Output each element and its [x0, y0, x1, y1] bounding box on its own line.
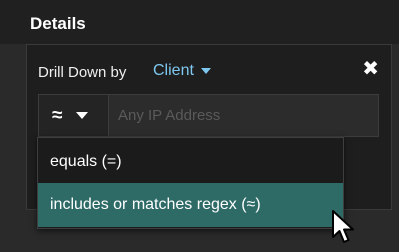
panel-top-bar: Drill Down by Client ✖ — [27, 45, 391, 95]
close-icon[interactable]: ✖ — [362, 59, 379, 79]
option-equals[interactable]: equals (=) — [38, 140, 343, 184]
chevron-down-icon — [200, 68, 211, 74]
details-stage: Details Drill Down by Client ✖ ≈ equals … — [0, 0, 399, 252]
drill-down-select[interactable]: Client — [153, 62, 211, 80]
ip-filter-row: ≈ — [38, 94, 379, 137]
drill-down-value: Client — [153, 62, 194, 79]
drill-down-label: Drill Down by — [38, 64, 127, 81]
operator-dropdown-menu: equals (=) includes or matches regex (≈) — [37, 137, 344, 229]
mouse-pointer-icon — [332, 210, 354, 243]
option-includes-regex[interactable]: includes or matches regex (≈) — [38, 183, 343, 227]
operator-symbol: ≈ — [52, 104, 63, 126]
details-title: Details — [30, 14, 86, 33]
operator-select[interactable]: ≈ — [39, 95, 109, 136]
details-header: Details — [0, 0, 399, 44]
ip-address-input[interactable] — [110, 95, 378, 136]
chevron-down-icon — [76, 112, 89, 119]
